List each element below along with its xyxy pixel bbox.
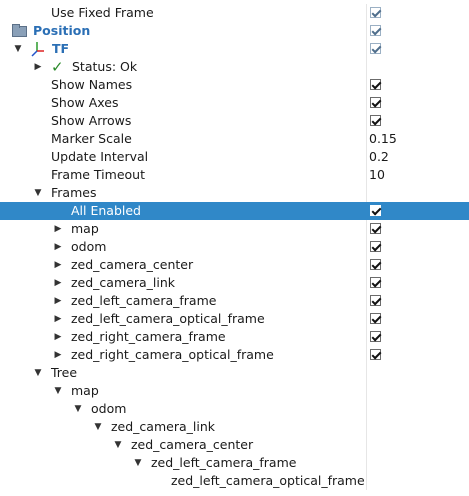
tree-item-label: map <box>71 383 99 398</box>
tree-item[interactable]: ▼ map <box>0 382 469 400</box>
show-names-checkbox[interactable] <box>370 79 381 90</box>
position-label: Position <box>33 23 91 38</box>
checkmark-icon: ✓ <box>51 58 64 76</box>
frame-item[interactable]: ▶ zed_left_camera_optical_frame <box>0 310 469 328</box>
row-show-arrows[interactable]: Show Arrows <box>0 112 469 130</box>
show-arrows-checkbox[interactable] <box>370 115 381 126</box>
tree-item[interactable]: ▼ zed_left_camera_frame <box>0 454 469 472</box>
frame-item-label: zed_left_camera_frame <box>71 293 217 308</box>
frame-item-checkbox[interactable] <box>370 223 381 234</box>
frame-item-checkbox[interactable] <box>370 295 381 306</box>
frame-timeout-label: Frame Timeout <box>51 167 145 182</box>
row-tree[interactable]: ▼ Tree <box>0 364 469 382</box>
collapsed-arrow-icon[interactable]: ▶ <box>53 292 63 310</box>
frame-item[interactable]: ▶ map <box>0 220 469 238</box>
marker-scale-label: Marker Scale <box>51 131 132 146</box>
row-show-axes[interactable]: Show Axes <box>0 94 469 112</box>
position-checkbox[interactable] <box>370 25 381 36</box>
tree-item[interactable]: zed_left_camera_optical_frame <box>0 472 469 490</box>
expanded-arrow-icon[interactable]: ▼ <box>33 364 43 382</box>
show-axes-checkbox[interactable] <box>370 97 381 108</box>
use-fixed-frame-label: Use Fixed Frame <box>51 5 154 20</box>
expanded-arrow-icon[interactable]: ▼ <box>53 382 63 400</box>
expanded-arrow-icon[interactable]: ▼ <box>113 436 123 454</box>
expanded-arrow-icon[interactable]: ▼ <box>33 184 43 202</box>
tree-item-label: zed_camera_center <box>131 437 254 452</box>
tree-item[interactable]: ▼ zed_camera_center <box>0 436 469 454</box>
folder-icon <box>12 24 27 37</box>
expanded-arrow-icon[interactable]: ▼ <box>93 418 103 436</box>
row-frame-timeout[interactable]: Frame Timeout 10 <box>0 166 469 184</box>
show-axes-label: Show Axes <box>51 95 119 110</box>
row-marker-scale[interactable]: Marker Scale 0.15 <box>0 130 469 148</box>
frame-item[interactable]: ▶ zed_left_camera_frame <box>0 292 469 310</box>
tree-item[interactable]: ▼ odom <box>0 400 469 418</box>
update-interval-value[interactable]: 0.2 <box>369 148 389 166</box>
frame-item[interactable]: ▶ odom <box>0 238 469 256</box>
frame-timeout-value[interactable]: 10 <box>369 166 385 184</box>
collapsed-arrow-icon[interactable]: ▶ <box>33 58 43 76</box>
row-tf[interactable]: ▼ TF <box>0 40 469 58</box>
tree-item-label: odom <box>91 401 127 416</box>
collapsed-arrow-icon[interactable]: ▶ <box>53 238 63 256</box>
frame-item[interactable]: ▶ zed_right_camera_frame <box>0 328 469 346</box>
row-all-enabled[interactable]: All Enabled <box>0 202 469 220</box>
collapsed-arrow-icon[interactable]: ▶ <box>53 328 63 346</box>
frame-item-label: zed_right_camera_optical_frame <box>71 347 274 362</box>
row-status[interactable]: ▶ ✓ Status: Ok <box>0 58 469 76</box>
frame-item-label: zed_right_camera_frame <box>71 329 226 344</box>
frame-item-checkbox[interactable] <box>370 349 381 360</box>
tree-item-label: zed_left_camera_frame <box>151 455 297 470</box>
row-update-interval[interactable]: Update Interval 0.2 <box>0 148 469 166</box>
frame-item-checkbox[interactable] <box>370 241 381 252</box>
use-fixed-frame-checkbox[interactable] <box>370 7 381 18</box>
collapsed-arrow-icon[interactable]: ▶ <box>53 274 63 292</box>
marker-scale-value[interactable]: 0.15 <box>369 130 397 148</box>
row-use-fixed-frame[interactable]: Use Fixed Frame <box>0 4 469 22</box>
tree-label: Tree <box>51 365 78 380</box>
update-interval-label: Update Interval <box>51 149 149 164</box>
frame-item[interactable]: ▶ zed_right_camera_optical_frame <box>0 346 469 364</box>
row-frames[interactable]: ▼ Frames <box>0 184 469 202</box>
frame-item-label: zed_camera_link <box>71 275 175 290</box>
collapsed-arrow-icon[interactable]: ▶ <box>53 256 63 274</box>
frames-label: Frames <box>51 185 97 200</box>
status-label: Status: Ok <box>72 59 138 74</box>
expanded-arrow-icon[interactable]: ▼ <box>73 400 83 418</box>
frame-item[interactable]: ▶ zed_camera_center <box>0 256 469 274</box>
tf-checkbox[interactable] <box>370 43 381 54</box>
row-show-names[interactable]: Show Names <box>0 76 469 94</box>
all-enabled-label: All Enabled <box>71 203 141 218</box>
show-names-label: Show Names <box>51 77 133 92</box>
axes-icon <box>31 42 44 57</box>
row-position[interactable]: Position <box>0 22 469 40</box>
displays-tree: Use Fixed Frame Position ▼ TF ▶ ✓ Status… <box>0 4 469 490</box>
all-enabled-checkbox[interactable] <box>370 205 381 216</box>
collapsed-arrow-icon[interactable]: ▶ <box>53 346 63 364</box>
show-arrows-label: Show Arrows <box>51 113 132 128</box>
collapsed-arrow-icon[interactable]: ▶ <box>53 310 63 328</box>
tree-item-label: zed_camera_link <box>111 419 215 434</box>
tf-label: TF <box>52 41 70 56</box>
frame-item[interactable]: ▶ zed_camera_link <box>0 274 469 292</box>
frame-item-label: zed_left_camera_optical_frame <box>71 311 265 326</box>
frame-item-checkbox[interactable] <box>370 331 381 342</box>
expanded-arrow-icon[interactable]: ▼ <box>13 40 23 58</box>
frame-item-checkbox[interactable] <box>370 259 381 270</box>
frame-item-label: map <box>71 221 99 236</box>
collapsed-arrow-icon[interactable]: ▶ <box>53 220 63 238</box>
frame-item-label: odom <box>71 239 107 254</box>
frame-item-checkbox[interactable] <box>370 277 381 288</box>
tree-item-label: zed_left_camera_optical_frame <box>171 473 365 488</box>
expanded-arrow-icon[interactable]: ▼ <box>133 454 143 472</box>
tree-item[interactable]: ▼ zed_camera_link <box>0 418 469 436</box>
frame-item-label: zed_camera_center <box>71 257 194 272</box>
frame-item-checkbox[interactable] <box>370 313 381 324</box>
